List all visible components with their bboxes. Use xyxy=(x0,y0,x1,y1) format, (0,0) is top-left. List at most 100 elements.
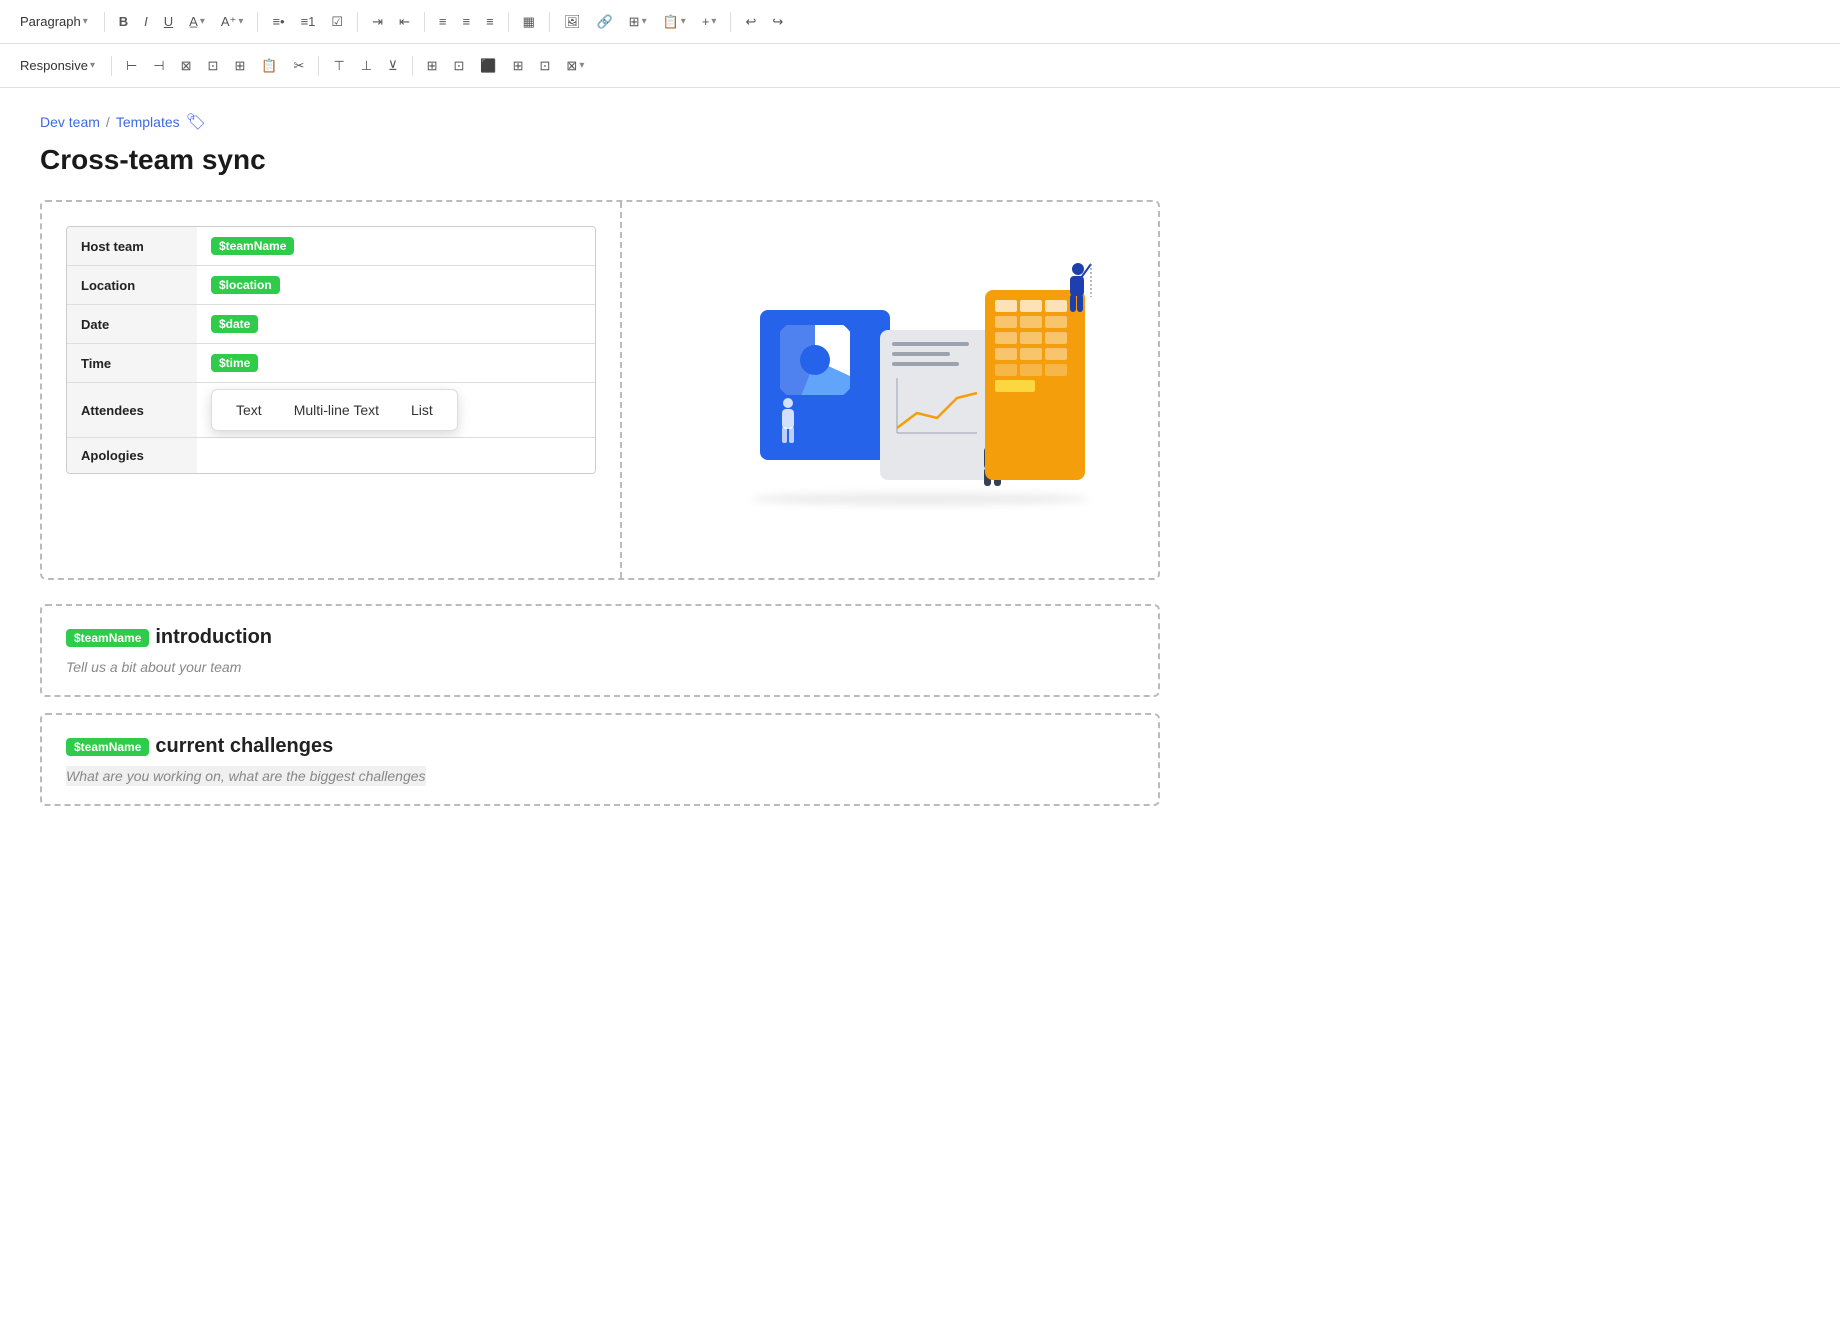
illus-cell xyxy=(995,332,1017,344)
responsive-dropdown[interactable]: Responsive ▾ xyxy=(12,54,103,77)
value-attendees: Text Multi-line Text List xyxy=(197,383,595,437)
illus-yellow-row-3 xyxy=(995,332,1075,344)
col-right-button[interactable]: ⊣ xyxy=(147,54,170,78)
bullet-list-button[interactable]: ≡• xyxy=(266,10,290,33)
illus-cell xyxy=(1045,348,1067,360)
row-top-icon: ⊤ xyxy=(333,58,344,74)
cell-bg-icon: ⬛ xyxy=(480,58,496,74)
section-intro-body: Tell us a bit about your team xyxy=(66,659,1134,675)
breadcrumb-devteam[interactable]: Dev team xyxy=(40,114,100,130)
section-challenges-text: What are you working on, what are the bi… xyxy=(66,766,426,786)
copy-button[interactable]: ⊞ xyxy=(228,54,251,78)
row-split-button[interactable]: ⊻ xyxy=(382,54,404,78)
border-none-button[interactable]: ⊡ xyxy=(534,54,557,78)
undo-button[interactable]: ↩ xyxy=(739,10,762,34)
illus-person-blue xyxy=(774,397,802,450)
indent-decrease-button[interactable]: ⇤ xyxy=(393,10,416,34)
illus-cell xyxy=(995,348,1017,360)
illus-line-chart xyxy=(892,378,982,438)
style-chevron: ▾ xyxy=(238,16,243,27)
link-button[interactable]: 🔗 xyxy=(590,10,618,34)
align-right-button[interactable]: ≡ xyxy=(480,10,500,33)
illus-cell xyxy=(995,300,1017,312)
more-borders-icon: ⊠ xyxy=(566,58,577,74)
underline-button[interactable]: U xyxy=(158,10,179,33)
row-split-icon: ⊻ xyxy=(388,58,398,74)
more-borders-button[interactable]: ⊠▾ xyxy=(560,54,590,78)
value-time: $time xyxy=(197,344,595,382)
color-chevron: ▾ xyxy=(200,16,205,27)
indent-increase-button[interactable]: ⇥ xyxy=(366,10,389,34)
pill-teamname-challenges: $teamName xyxy=(66,738,149,756)
label-host-team: Host team xyxy=(67,227,197,265)
illus-yellow-row-4 xyxy=(995,348,1075,360)
align-left-icon: ≡ xyxy=(439,14,447,29)
paste-button[interactable]: 📋 xyxy=(255,54,283,78)
cut-button[interactable]: ✂ xyxy=(288,54,311,78)
col-del-icon: ⊠ xyxy=(181,58,192,74)
add-button[interactable]: +▾ xyxy=(696,10,723,33)
section-intro-heading: $teamName introduction xyxy=(66,626,1134,649)
pill-time: $time xyxy=(211,354,258,372)
left-panel: Host team $teamName Location $location D… xyxy=(42,202,622,578)
divider-2 xyxy=(257,12,258,32)
embed-icon: 📋 xyxy=(663,14,679,30)
main-content: Dev team / Templates 🏷 Cross-team sync H… xyxy=(0,88,1200,846)
checklist-button[interactable]: ☑ xyxy=(325,10,349,34)
embed-button[interactable]: 📋▾ xyxy=(657,10,692,34)
undo-icon: ↩ xyxy=(745,14,756,30)
label-attendees: Attendees xyxy=(67,383,197,437)
align-center-button[interactable]: ≡ xyxy=(456,10,476,33)
add-chevron: ▾ xyxy=(711,16,716,27)
align-center-icon: ≡ xyxy=(462,14,470,29)
paragraph-dropdown[interactable]: Paragraph ▾ xyxy=(12,10,96,33)
pill-teamname-1: $teamName xyxy=(211,237,294,255)
illus-cell xyxy=(1020,332,1042,344)
col-ex-button[interactable]: ⊡ xyxy=(202,54,225,78)
row-bottom-icon: ⊥ xyxy=(361,58,372,74)
value-date: $date xyxy=(197,305,595,343)
block-button[interactable]: ▦ xyxy=(517,10,541,34)
redo-button[interactable]: ↪ xyxy=(766,10,789,34)
add-icon: + xyxy=(702,14,710,29)
numbered-list-button[interactable]: ≡1 xyxy=(295,10,322,33)
text-style-icon: A⁺ xyxy=(221,14,237,30)
embed-chevron: ▾ xyxy=(681,16,686,27)
table-button[interactable]: ⊞▾ xyxy=(623,10,653,34)
row-bottom-button[interactable]: ⊥ xyxy=(355,54,378,78)
align-right-icon: ≡ xyxy=(486,14,494,29)
divider-1 xyxy=(104,12,105,32)
illus-cell xyxy=(995,316,1017,328)
info-table: Host team $teamName Location $location D… xyxy=(66,226,596,474)
redo-icon: ↪ xyxy=(772,14,783,30)
image-button[interactable]: 🖼 xyxy=(558,10,587,34)
divider-7 xyxy=(730,12,731,32)
text-color-button[interactable]: A̲▾ xyxy=(183,10,211,33)
link-icon: 🔗 xyxy=(596,14,612,30)
border-all-button[interactable]: ⊞ xyxy=(507,54,530,78)
tag-icon: 🏷 xyxy=(186,112,206,132)
block-icon: ▦ xyxy=(523,14,535,30)
text-style-button[interactable]: A⁺▾ xyxy=(215,10,250,34)
col-del-button[interactable]: ⊠ xyxy=(175,54,198,78)
cell-bg-button[interactable]: ⬛ xyxy=(474,54,502,78)
col-left-button[interactable]: ⊢ xyxy=(120,54,143,78)
bold-button[interactable]: B xyxy=(113,10,134,33)
cell-split-button[interactable]: ⊡ xyxy=(448,54,471,78)
table-row: Location $location xyxy=(67,266,595,305)
option-list[interactable]: List xyxy=(395,396,449,424)
section-challenges-body: What are you working on, what are the bi… xyxy=(66,768,1134,784)
divider-b1 xyxy=(111,56,112,76)
illustration xyxy=(730,280,1050,500)
breadcrumb-separator: / xyxy=(106,114,110,130)
option-text[interactable]: Text xyxy=(220,396,278,424)
divider-b3 xyxy=(412,56,413,76)
breadcrumb-templates[interactable]: Templates xyxy=(116,114,180,130)
row-top-button[interactable]: ⊤ xyxy=(327,54,350,78)
illus-cell xyxy=(1045,364,1067,376)
value-apologies xyxy=(197,438,595,473)
align-left-button[interactable]: ≡ xyxy=(433,10,453,33)
cell-merge-button[interactable]: ⊞ xyxy=(421,54,444,78)
option-multiline-text[interactable]: Multi-line Text xyxy=(278,396,395,424)
italic-button[interactable]: I xyxy=(138,10,154,33)
